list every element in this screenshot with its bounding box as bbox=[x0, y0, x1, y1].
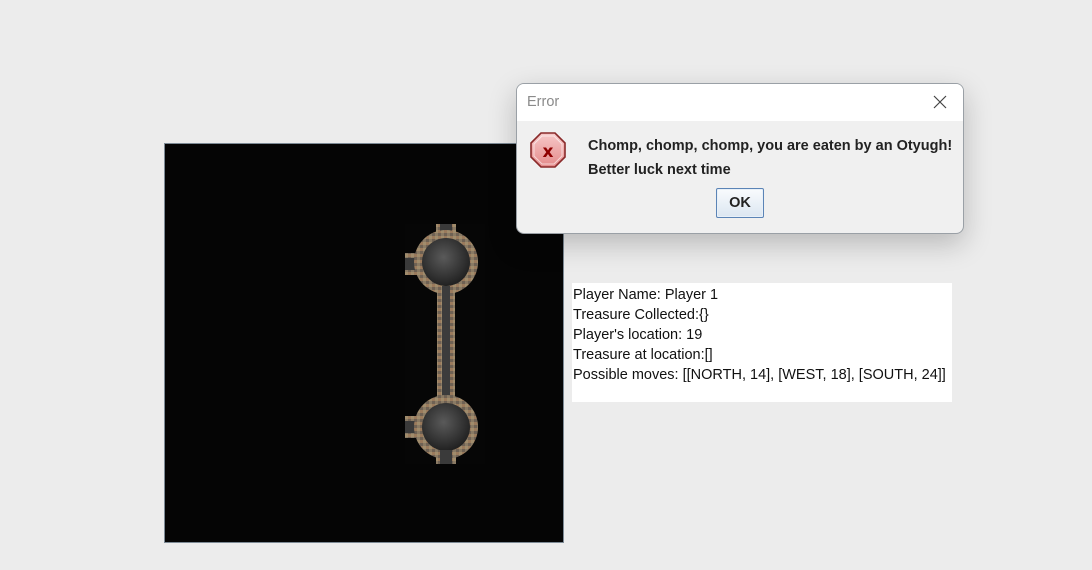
dungeon-map bbox=[164, 143, 564, 543]
svg-text:x: x bbox=[543, 142, 554, 162]
treasure-at-location-text: Treasure at location:[] bbox=[573, 347, 713, 363]
dialog-title: Error bbox=[527, 94, 560, 110]
close-button[interactable] bbox=[923, 88, 957, 116]
error-message-line-2: Better luck next time bbox=[588, 162, 731, 178]
ok-button[interactable]: OK bbox=[716, 188, 764, 218]
error-icon: x bbox=[530, 132, 566, 168]
error-message: Chomp, chomp, chomp, you are eaten by an… bbox=[588, 134, 952, 182]
close-icon bbox=[933, 95, 947, 109]
player-location-text: Player's location: 19 bbox=[573, 327, 703, 343]
player-name-text: Player Name: Player 1 bbox=[573, 287, 719, 303]
possible-moves-text: Possible moves: [[NORTH, 14], [WEST, 18]… bbox=[573, 367, 946, 383]
player-info-panel: Player Name: Player 1 Treasure Collected… bbox=[572, 283, 952, 402]
dungeon-tile-corridor bbox=[405, 224, 485, 464]
error-message-line-1: Chomp, chomp, chomp, you are eaten by an… bbox=[588, 138, 953, 154]
error-dialog: Error x Chomp, chomp, chomp, you are eat… bbox=[516, 83, 964, 234]
dialog-titlebar[interactable]: Error bbox=[517, 84, 963, 121]
treasure-collected-text: Treasure Collected:{} bbox=[573, 307, 709, 323]
